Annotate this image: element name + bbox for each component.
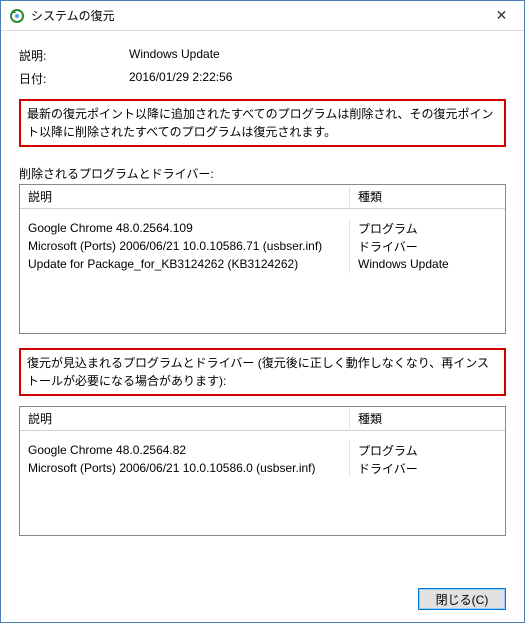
item-type: ドライバー <box>350 458 505 479</box>
close-icon: ✕ <box>496 7 508 24</box>
list-item[interactable]: Google Chrome 48.0.2564.109 プログラム <box>20 219 505 237</box>
restored-list-body: Google Chrome 48.0.2564.82 プログラム Microso… <box>20 431 505 477</box>
close-button[interactable]: ✕ <box>479 1 524 30</box>
window-title: システムの復元 <box>31 7 479 24</box>
restore-notice-box: 復元が見込まれるプログラムとドライバー (復元後に正しく動作しなくなり、再インス… <box>19 348 506 396</box>
column-header-type[interactable]: 種類 <box>350 186 505 207</box>
dialog-footer: 閉じる(C) <box>1 580 524 622</box>
removed-label: 削除されるプログラムとドライバー: <box>19 165 506 182</box>
removed-list-header: 説明 種類 <box>20 185 505 209</box>
item-description: Google Chrome 48.0.2564.109 <box>20 219 350 237</box>
restored-list[interactable]: 説明 種類 Google Chrome 48.0.2564.82 プログラム M… <box>19 406 506 536</box>
item-description: Google Chrome 48.0.2564.82 <box>20 441 350 459</box>
list-item[interactable]: Microsoft (Ports) 2006/06/21 10.0.10586.… <box>20 459 505 477</box>
close-dialog-button[interactable]: 閉じる(C) <box>418 588 506 610</box>
item-description: Microsoft (Ports) 2006/06/21 10.0.10586.… <box>20 237 350 255</box>
restore-icon <box>9 8 25 24</box>
item-description: Microsoft (Ports) 2006/06/21 10.0.10586.… <box>20 459 350 477</box>
titlebar: システムの復元 ✕ <box>1 1 524 31</box>
removed-list[interactable]: 説明 種類 Google Chrome 48.0.2564.109 プログラム … <box>19 184 506 334</box>
description-row: 説明: Windows Update <box>19 47 506 64</box>
description-label: 説明: <box>19 47 129 64</box>
item-type: Windows Update <box>350 255 505 273</box>
list-item[interactable]: Update for Package_for_KB3124262 (KB3124… <box>20 255 505 273</box>
column-header-description[interactable]: 説明 <box>20 186 350 207</box>
dialog-content: 説明: Windows Update 日付: 2016/01/29 2:22:5… <box>1 31 524 580</box>
info-notice-box: 最新の復元ポイント以降に追加されたすべてのプログラムは削除され、その復元ポイント… <box>19 99 506 147</box>
item-type: ドライバー <box>350 236 505 257</box>
date-value: 2016/01/29 2:22:56 <box>129 70 506 87</box>
column-header-description[interactable]: 説明 <box>20 408 350 429</box>
column-header-type[interactable]: 種類 <box>350 408 505 429</box>
date-label: 日付: <box>19 70 129 87</box>
description-value: Windows Update <box>129 47 506 64</box>
list-item[interactable]: Google Chrome 48.0.2564.82 プログラム <box>20 441 505 459</box>
date-row: 日付: 2016/01/29 2:22:56 <box>19 70 506 87</box>
item-description: Update for Package_for_KB3124262 (KB3124… <box>20 255 350 273</box>
restored-list-header: 説明 種類 <box>20 407 505 431</box>
list-item[interactable]: Microsoft (Ports) 2006/06/21 10.0.10586.… <box>20 237 505 255</box>
close-dialog-label: 閉じる(C) <box>436 591 489 608</box>
removed-list-body: Google Chrome 48.0.2564.109 プログラム Micros… <box>20 209 505 273</box>
